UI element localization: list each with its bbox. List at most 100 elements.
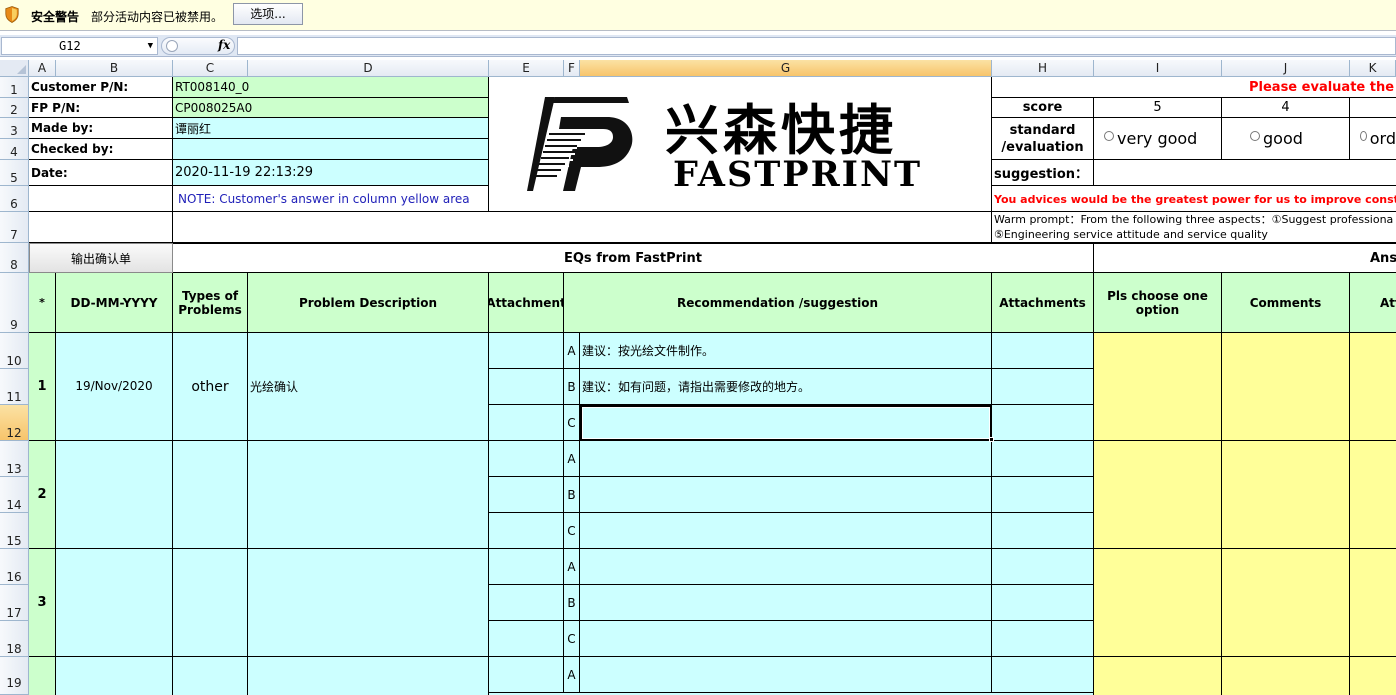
row-header-1[interactable]: 1: [0, 77, 29, 98]
customer-pn-value[interactable]: RT008140_0: [173, 77, 489, 98]
attachments-cell[interactable]: [992, 513, 1094, 549]
attachment-cell[interactable]: [489, 369, 564, 405]
fill-handle[interactable]: [989, 437, 994, 442]
formula-input[interactable]: [237, 37, 1396, 55]
problem-description[interactable]: [248, 549, 489, 657]
attachments-cell[interactable]: [992, 477, 1094, 513]
row-header-16[interactable]: 16: [0, 549, 29, 585]
formula-controls[interactable]: fx: [161, 37, 235, 55]
radio-very-good[interactable]: [1104, 130, 1114, 141]
column-header-b[interactable]: B: [56, 60, 173, 77]
recommendation-text[interactable]: [580, 657, 992, 693]
recommendation-text[interactable]: [580, 621, 992, 657]
attachments-cell[interactable]: [992, 405, 1094, 441]
attachment-cell[interactable]: [489, 549, 564, 585]
row-header-9[interactable]: 9: [0, 273, 29, 333]
problem-description[interactable]: [248, 657, 489, 695]
column-header-i[interactable]: I: [1094, 60, 1222, 77]
row-header-15[interactable]: 15: [0, 513, 29, 549]
attachment-cell[interactable]: [489, 513, 564, 549]
attachment-cell[interactable]: [489, 333, 564, 369]
column-header-e[interactable]: E: [489, 60, 564, 77]
attachment-cell[interactable]: [489, 657, 564, 693]
row-header-3[interactable]: 3: [0, 118, 29, 139]
problem-description[interactable]: 光绘确认: [248, 333, 489, 441]
suggestion-input[interactable]: [1094, 160, 1396, 186]
attachments-cell[interactable]: [992, 621, 1094, 657]
column-header-j[interactable]: J: [1222, 60, 1350, 77]
attachment-cell[interactable]: [489, 477, 564, 513]
row-header-14[interactable]: 14: [0, 477, 29, 513]
row-header-10[interactable]: 10: [0, 333, 29, 369]
answer-attachment-cell[interactable]: [1350, 441, 1396, 549]
attachments-cell[interactable]: [992, 549, 1094, 585]
output-confirmation-button[interactable]: 输出确认单: [29, 243, 173, 273]
row-header-7[interactable]: 7: [0, 212, 29, 243]
question-type[interactable]: [173, 441, 248, 549]
row-header-5[interactable]: 5: [0, 160, 29, 186]
fp-pn-value[interactable]: CP008025A0: [173, 98, 489, 118]
column-header-g[interactable]: G: [580, 60, 992, 77]
row-header-19[interactable]: 19: [0, 657, 29, 695]
question-date[interactable]: [56, 549, 173, 657]
recommendation-text[interactable]: [580, 441, 992, 477]
attachment-cell[interactable]: [489, 405, 564, 441]
attachment-cell[interactable]: [489, 585, 564, 621]
function-icon[interactable]: fx: [218, 38, 230, 52]
question-date[interactable]: [56, 657, 173, 695]
column-header-k[interactable]: K: [1350, 60, 1396, 77]
recommendation-text[interactable]: 建议：如有问题，请指出需要修改的地方。: [580, 369, 992, 405]
comments-cell[interactable]: [1222, 333, 1350, 441]
attachments-cell[interactable]: [992, 333, 1094, 369]
date-value[interactable]: 2020-11-19 22:13:29: [173, 160, 489, 186]
column-header-h[interactable]: H: [992, 60, 1094, 77]
recommendation-text[interactable]: [580, 585, 992, 621]
choose-option-cell[interactable]: [1094, 549, 1222, 657]
comments-cell[interactable]: [1222, 657, 1350, 695]
column-header-a[interactable]: A: [29, 60, 56, 77]
attachments-cell[interactable]: [992, 369, 1094, 405]
row-header-6[interactable]: 6: [0, 186, 29, 212]
choose-option-cell[interactable]: [1094, 441, 1222, 549]
row-header-17[interactable]: 17: [0, 585, 29, 621]
recommendation-text[interactable]: [580, 549, 992, 585]
blank-cell-c7[interactable]: [173, 212, 992, 243]
checked-by-value[interactable]: [173, 139, 489, 160]
row-header-2[interactable]: 2: [0, 98, 29, 118]
question-date[interactable]: [56, 441, 173, 549]
row-header-8[interactable]: 8: [0, 243, 29, 273]
comments-cell[interactable]: [1222, 441, 1350, 549]
row-header-13[interactable]: 13: [0, 441, 29, 477]
choose-option-cell[interactable]: [1094, 657, 1222, 695]
radio-ordinary[interactable]: [1360, 130, 1367, 141]
choose-option-cell[interactable]: [1094, 333, 1222, 441]
option-ordinary[interactable]: ord: [1350, 118, 1396, 160]
recommendation-text[interactable]: [580, 513, 992, 549]
answer-attachment-cell[interactable]: [1350, 333, 1396, 441]
answer-attachment-cell[interactable]: [1350, 549, 1396, 657]
question-type[interactable]: [173, 657, 248, 695]
attachment-cell[interactable]: [489, 441, 564, 477]
attachments-cell[interactable]: [992, 441, 1094, 477]
selected-cell-g12[interactable]: [580, 405, 992, 441]
column-header-d[interactable]: D: [248, 60, 489, 77]
column-header-f[interactable]: F: [564, 60, 580, 77]
radio-good[interactable]: [1250, 130, 1260, 141]
made-by-value[interactable]: 谭丽红: [173, 118, 489, 139]
option-very-good[interactable]: very good: [1094, 118, 1222, 160]
blank-cell-a6[interactable]: [29, 186, 173, 212]
question-type[interactable]: other: [173, 333, 248, 441]
row-header-11[interactable]: 11: [0, 369, 29, 405]
recommendation-text[interactable]: [580, 477, 992, 513]
recommendation-text[interactable]: 建议：按光绘文件制作。: [580, 333, 992, 369]
question-type[interactable]: [173, 549, 248, 657]
answer-attachment-cell[interactable]: [1350, 657, 1396, 695]
options-button[interactable]: 选项...: [233, 3, 303, 25]
select-all-corner[interactable]: [0, 60, 29, 77]
question-date[interactable]: 19/Nov/2020: [56, 333, 173, 441]
comments-cell[interactable]: [1222, 549, 1350, 657]
row-header-4[interactable]: 4: [0, 139, 29, 160]
problem-description[interactable]: [248, 441, 489, 549]
attachment-cell[interactable]: [489, 621, 564, 657]
name-box[interactable]: G12 ▼: [1, 37, 158, 55]
